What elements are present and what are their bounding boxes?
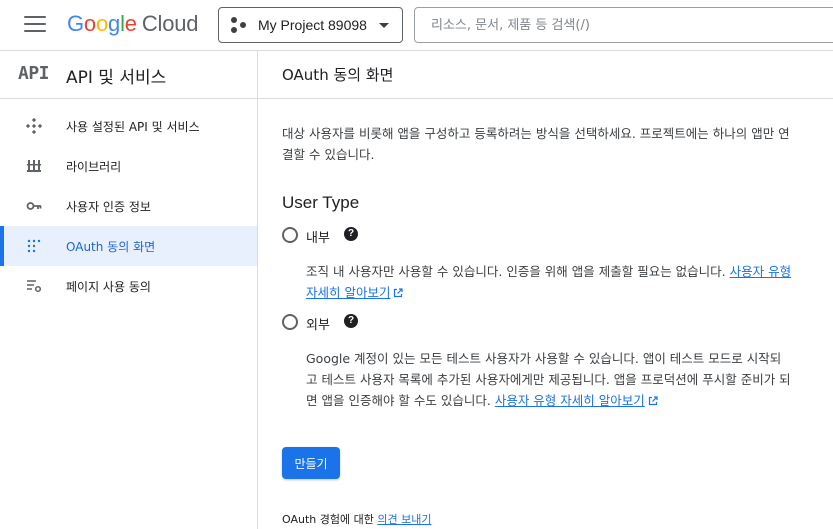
logo-letter: o — [95, 11, 109, 36]
project-picker[interactable]: My Project 89098 — [218, 7, 403, 43]
internal-description-text: 조직 내 사용자만 사용할 수 있습니다. 인증을 위해 앱을 제출할 필요는 … — [306, 264, 726, 279]
sidebar-item-enabled-apis[interactable]: 사용 설정된 API 및 서비스 — [0, 106, 257, 146]
logo-letter: e — [124, 11, 137, 36]
internal-description: 조직 내 사용자만 사용할 수 있습니다. 인증을 위해 앱을 제출할 필요는 … — [306, 261, 792, 303]
project-nodes-icon — [231, 17, 247, 33]
internal-radio[interactable] — [282, 227, 298, 243]
page-title: OAuth 동의 화면 — [282, 66, 394, 84]
sidebar-item-credentials[interactable]: 사용자 인증 정보 — [0, 186, 257, 226]
dropdown-caret-icon — [379, 23, 389, 28]
internal-label[interactable]: 내부 — [306, 227, 330, 246]
sidebar-item-label: 사용 설정된 API 및 서비스 — [66, 119, 200, 134]
sidebar: API API 및 서비스 사용 설정된 API 및 서비스 라이브러리 사용자… — [0, 50, 258, 529]
search-input[interactable] — [431, 17, 833, 33]
api-diamond-icon — [26, 118, 42, 134]
google-cloud-logo[interactable]: Google Cloud — [67, 11, 198, 37]
logo-letter: o — [83, 11, 96, 36]
external-link-icon — [648, 396, 658, 406]
library-icon — [27, 160, 41, 172]
sidebar-item-label: 사용자 인증 정보 — [66, 199, 151, 214]
external-label[interactable]: 외부 — [306, 314, 330, 333]
feedback-line: OAuth 경험에 대한 의견 보내기 — [282, 511, 431, 527]
logo-letter: G — [67, 11, 84, 36]
create-button[interactable]: 만들기 — [282, 447, 340, 479]
help-icon[interactable]: ? — [344, 314, 358, 328]
main-header: OAuth 동의 화면 — [258, 51, 833, 99]
logo-letter: g — [108, 11, 121, 36]
sidebar-header: API API 및 서비스 — [0, 51, 257, 99]
feedback-text: OAuth 경험에 대한 — [282, 513, 374, 526]
send-feedback-link[interactable]: 의견 보내기 — [377, 513, 431, 526]
sidebar-item-oauth-consent[interactable]: OAuth 동의 화면 — [0, 226, 257, 266]
external-radio[interactable] — [282, 314, 298, 330]
search-box[interactable] — [414, 7, 833, 43]
intro-text: 대상 사용자를 비롯해 앱을 구성하고 등록하려는 방식을 선택하세요. 프로젝… — [282, 126, 790, 162]
help-icon[interactable]: ? — [344, 227, 358, 241]
external-learn-more-link[interactable]: 사용자 유형 자세히 알아보기 — [495, 393, 658, 408]
main-content: OAuth 동의 화면 대상 사용자를 비롯해 앱을 구성하고 등록하려는 방식… — [258, 50, 833, 529]
sidebar-item-label: 라이브러리 — [66, 159, 122, 174]
api-badge-icon: API — [18, 63, 50, 84]
sidebar-nav: 사용 설정된 API 및 서비스 라이브러리 사용자 인증 정보 OAuth 동… — [0, 106, 257, 306]
sidebar-item-label: OAuth 동의 화면 — [66, 239, 156, 254]
external-link-icon — [394, 288, 404, 298]
settings-list-icon — [27, 280, 42, 293]
oauth-dots-icon — [27, 239, 41, 253]
sidebar-item-page-usage-agreements[interactable]: 페이지 사용 동의 — [0, 266, 257, 306]
user-type-heading: User Type — [282, 193, 360, 212]
external-description: Google 계정이 있는 모든 테스트 사용자가 사용할 수 있습니다. 앱이… — [306, 348, 792, 411]
sidebar-item-library[interactable]: 라이브러리 — [0, 146, 257, 186]
project-name: My Project 89098 — [258, 17, 367, 33]
logo-product: Cloud — [141, 11, 199, 36]
key-icon — [26, 202, 42, 210]
sidebar-item-label: 페이지 사용 동의 — [66, 279, 151, 294]
top-bar: Google Cloud My Project 89098 — [0, 0, 833, 50]
hamburger-menu-icon[interactable] — [24, 16, 46, 34]
sidebar-title: API 및 서비스 — [66, 68, 167, 88]
link-text: 사용자 유형 자세히 알아보기 — [494, 393, 645, 408]
